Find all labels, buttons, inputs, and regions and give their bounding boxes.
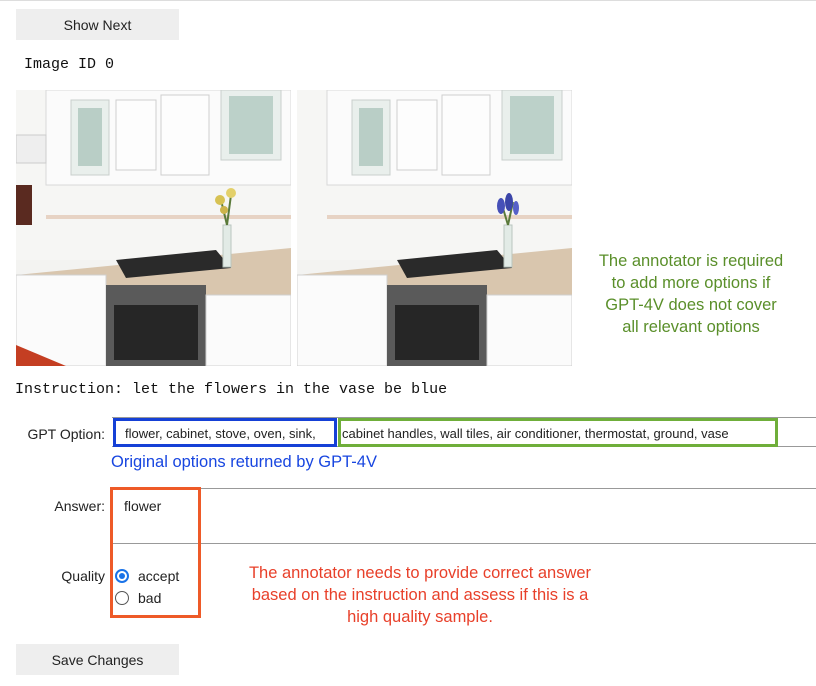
add-options-annotation: The annotator is required to add more op… xyxy=(598,252,784,336)
original-options-annotation: Original options returned by GPT-4V xyxy=(111,453,377,471)
original-image xyxy=(16,90,291,366)
answer-field[interactable] xyxy=(112,488,816,544)
original-options-highlight xyxy=(113,418,337,447)
top-divider xyxy=(0,0,816,1)
answer-label: Answer: xyxy=(54,498,105,514)
kitchen-edited-illustration xyxy=(297,90,572,366)
added-options-highlight xyxy=(338,418,778,447)
show-next-button[interactable]: Show Next xyxy=(16,9,179,40)
gpt-option-label: GPT Option: xyxy=(27,426,105,442)
save-changes-button[interactable]: Save Changes xyxy=(16,644,179,675)
kitchen-original-illustration xyxy=(16,90,291,366)
instruction-text: Instruction: let the flowers in the vase… xyxy=(15,381,448,398)
quality-label: Quality xyxy=(61,568,105,584)
image-id-label: Image ID 0 xyxy=(24,56,115,73)
edited-image xyxy=(297,90,572,366)
answer-quality-annotation: The annotator needs to provide correct a… xyxy=(248,564,592,626)
answer-quality-highlight xyxy=(110,487,201,618)
